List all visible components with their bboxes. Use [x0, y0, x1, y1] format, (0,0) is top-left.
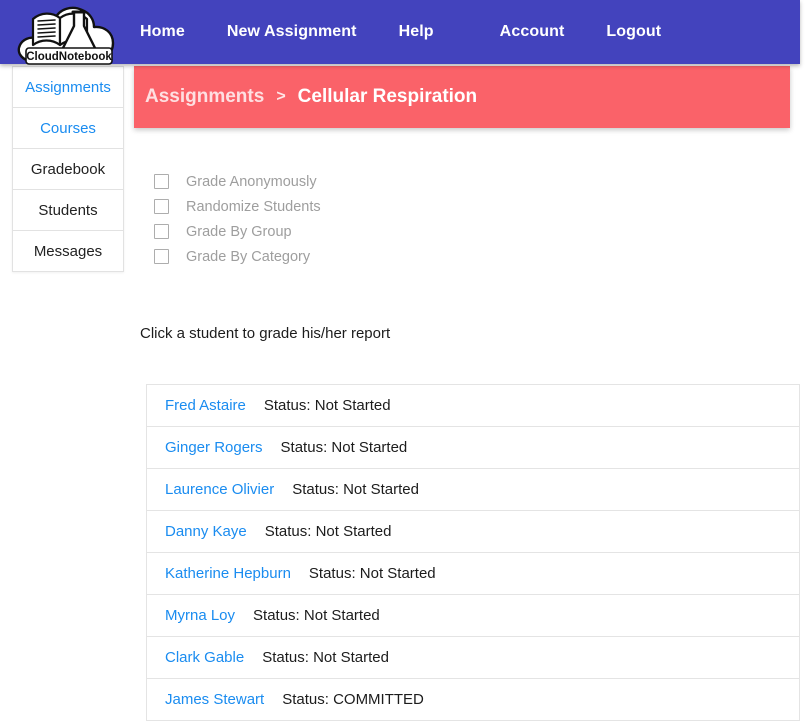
option-row: Grade Anonymously — [154, 169, 321, 194]
nav-link-help[interactable]: Help — [399, 23, 434, 41]
cloud-book-flask-logo[interactable]: CloudNotebook — [12, 0, 124, 70]
student-row[interactable]: Fred Astaire Status: Not Started — [147, 385, 799, 427]
student-row[interactable]: Laurence Olivier Status: Not Started — [147, 469, 799, 511]
student-name-link[interactable]: Myrna Loy — [165, 607, 235, 624]
nav-link-new-assignment[interactable]: New Assignment — [227, 23, 357, 41]
checkbox-grade-anonymously[interactable] — [154, 174, 169, 189]
option-row: Grade By Group — [154, 219, 321, 244]
student-status: Status: Not Started — [292, 481, 419, 498]
option-row: Grade By Category — [154, 244, 321, 269]
sidebar-item-messages[interactable]: Messages — [13, 231, 123, 272]
breadcrumb-banner: Assignments > Cellular Respiration — [134, 66, 790, 128]
option-label[interactable]: Grade By Category — [186, 249, 310, 265]
nav-link-logout[interactable]: Logout — [606, 23, 661, 41]
breadcrumb-separator-icon: > — [276, 88, 286, 105]
nav-link-home[interactable]: Home — [140, 23, 185, 41]
student-name-link[interactable]: Danny Kaye — [165, 523, 247, 540]
option-label[interactable]: Randomize Students — [186, 199, 321, 215]
nav-links: Home New Assignment Help Account Logout — [140, 0, 661, 64]
student-row[interactable]: Clark Gable Status: Not Started — [147, 637, 799, 679]
instruction-text: Click a student to grade his/her report — [140, 325, 391, 342]
student-status: Status: Not Started — [308, 565, 436, 582]
student-name-link[interactable]: James Stewart — [165, 691, 264, 708]
student-name-link[interactable]: Katherine Hepburn — [165, 565, 291, 582]
checkbox-grade-by-category[interactable] — [154, 249, 169, 264]
checkbox-randomize-students[interactable] — [154, 199, 169, 214]
app-page: Home New Assignment Help Account Logout — [0, 0, 807, 721]
sidebar-item-gradebook[interactable]: Gradebook — [13, 149, 123, 190]
sidebar-item-students[interactable]: Students — [13, 190, 123, 231]
student-name-link[interactable]: Fred Astaire — [165, 397, 246, 414]
page-title: Cellular Respiration — [297, 86, 478, 107]
student-status: Status: Not Started — [280, 439, 408, 456]
student-row[interactable]: Danny Kaye Status: Not Started — [147, 511, 799, 553]
option-row: Randomize Students — [154, 194, 321, 219]
option-label[interactable]: Grade Anonymously — [186, 174, 317, 190]
grading-options: Grade Anonymously Randomize Students Grade… — [154, 169, 321, 269]
student-name-link[interactable]: Clark Gable — [165, 649, 244, 666]
student-list: Fred Astaire Status: Not Started Ginger Ro… — [146, 384, 800, 721]
nav-link-account[interactable]: Account — [500, 23, 565, 41]
option-label[interactable]: Grade By Group — [186, 224, 292, 240]
student-row[interactable]: Myrna Loy Status: Not Started — [147, 595, 799, 637]
student-row[interactable]: James Stewart Status: COMMITTED — [147, 679, 799, 721]
checkbox-grade-by-group[interactable] — [154, 224, 169, 239]
student-status: Status: Not Started — [253, 607, 380, 624]
student-status: Status: Not Started — [262, 649, 389, 666]
student-row[interactable]: Ginger Rogers Status: Not Started — [147, 427, 799, 469]
sidebar-item-assignments[interactable]: Assignments — [13, 67, 123, 108]
student-status: Status: Not Started — [264, 523, 392, 540]
student-name-link[interactable]: Ginger Rogers — [165, 439, 263, 456]
sidebar: Assignments Courses Gradebook Students Messa… — [12, 66, 124, 272]
student-row[interactable]: Katherine Hepburn Status: Not Started — [147, 553, 799, 595]
student-status: Status: COMMITTED — [282, 691, 424, 708]
breadcrumb-assignments[interactable]: Assignments — [145, 86, 264, 108]
student-name-link[interactable]: Laurence Olivier — [165, 481, 274, 498]
student-status: Status: Not Started — [263, 397, 391, 414]
sidebar-item-courses[interactable]: Courses — [13, 108, 123, 149]
logo-text: CloudNotebook — [26, 51, 112, 63]
